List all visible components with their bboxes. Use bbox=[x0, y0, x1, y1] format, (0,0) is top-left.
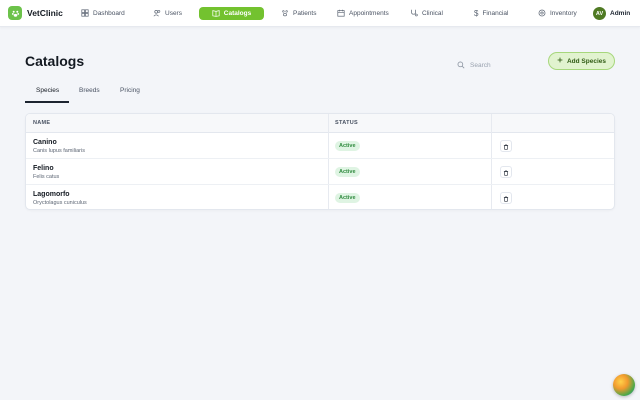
nav-users[interactable]: Users bbox=[153, 7, 182, 20]
status-badge: Active bbox=[335, 167, 360, 177]
delete-button[interactable] bbox=[500, 192, 512, 204]
species-scientific-name: Oryctolagus cuniculus bbox=[33, 200, 87, 206]
users-icon bbox=[153, 9, 161, 19]
nav-appointments[interactable]: Appointments bbox=[337, 7, 389, 20]
tab-pricing[interactable]: Pricing bbox=[120, 87, 140, 94]
species-name: Lagomorfo bbox=[33, 191, 70, 198]
nav-financial[interactable]: $ Financial bbox=[474, 7, 508, 20]
trash-icon bbox=[503, 137, 509, 155]
grid-icon bbox=[81, 8, 89, 19]
tab-species[interactable]: Species bbox=[36, 87, 59, 94]
nav-catalogs[interactable]: Catalogs bbox=[199, 7, 264, 20]
active-tab-indicator bbox=[25, 101, 69, 103]
table-header: NAME STATUS bbox=[26, 114, 614, 133]
stethoscope-icon bbox=[410, 9, 418, 19]
avatar: AV bbox=[593, 7, 606, 20]
nav-label: Inventory bbox=[550, 10, 577, 17]
species-table: NAME STATUS Canino Canis lupus familiari… bbox=[25, 113, 615, 210]
nav-label: Dashboard bbox=[93, 10, 125, 17]
search-icon bbox=[457, 56, 465, 74]
box-icon bbox=[538, 9, 546, 19]
column-header-name: NAME bbox=[33, 120, 51, 126]
species-scientific-name: Felis catus bbox=[33, 174, 60, 180]
nav-label: Appointments bbox=[349, 10, 389, 17]
nav-patients[interactable]: Patients bbox=[281, 7, 317, 20]
trash-icon bbox=[503, 189, 509, 207]
column-header-status: STATUS bbox=[335, 120, 358, 126]
page-title: Catalogs bbox=[25, 53, 85, 69]
nav-label: Users bbox=[165, 10, 182, 17]
nav-inventory[interactable]: Inventory bbox=[538, 7, 577, 20]
nav-dashboard[interactable]: Dashboard bbox=[81, 7, 125, 20]
floating-helper-button[interactable] bbox=[613, 374, 635, 396]
book-icon bbox=[212, 9, 220, 19]
app-name: VetClinic bbox=[27, 8, 63, 18]
delete-button[interactable] bbox=[500, 140, 512, 152]
user-menu[interactable]: AV Admin bbox=[593, 7, 630, 20]
species-name: Felino bbox=[33, 165, 54, 172]
table-row[interactable]: Canino Canis lupus familiaris Active bbox=[26, 133, 614, 159]
species-name: Canino bbox=[33, 139, 57, 146]
paw-logo-icon bbox=[8, 6, 22, 20]
delete-button[interactable] bbox=[500, 166, 512, 178]
tab-breeds[interactable]: Breeds bbox=[79, 87, 100, 94]
search-input[interactable] bbox=[470, 60, 550, 70]
status-badge: Active bbox=[335, 193, 360, 203]
dollar-icon: $ bbox=[474, 9, 479, 18]
nav-clinical[interactable]: Clinical bbox=[410, 7, 443, 20]
trash-icon bbox=[503, 163, 509, 181]
search-box bbox=[457, 56, 550, 74]
brand[interactable]: VetClinic bbox=[8, 6, 63, 20]
plus-icon bbox=[557, 57, 563, 65]
table-row[interactable]: Felino Felis catus Active bbox=[26, 159, 614, 185]
paw-icon bbox=[281, 9, 289, 19]
top-navbar: VetClinic Dashboard Users Catalogs Patie… bbox=[0, 0, 640, 27]
add-species-button[interactable]: Add Species bbox=[548, 52, 615, 70]
user-name: Admin bbox=[610, 10, 631, 17]
nav-label: Patients bbox=[293, 10, 317, 17]
species-scientific-name: Canis lupus familiaris bbox=[33, 148, 85, 154]
add-species-label: Add Species bbox=[566, 57, 606, 65]
calendar-icon bbox=[337, 9, 345, 19]
table-row[interactable]: Lagomorfo Oryctolagus cuniculus Active bbox=[26, 185, 614, 209]
status-badge: Active bbox=[335, 141, 360, 151]
nav-label: Catalogs bbox=[223, 10, 252, 17]
nav-label: Financial bbox=[482, 10, 509, 17]
nav-label: Clinical bbox=[422, 10, 443, 17]
